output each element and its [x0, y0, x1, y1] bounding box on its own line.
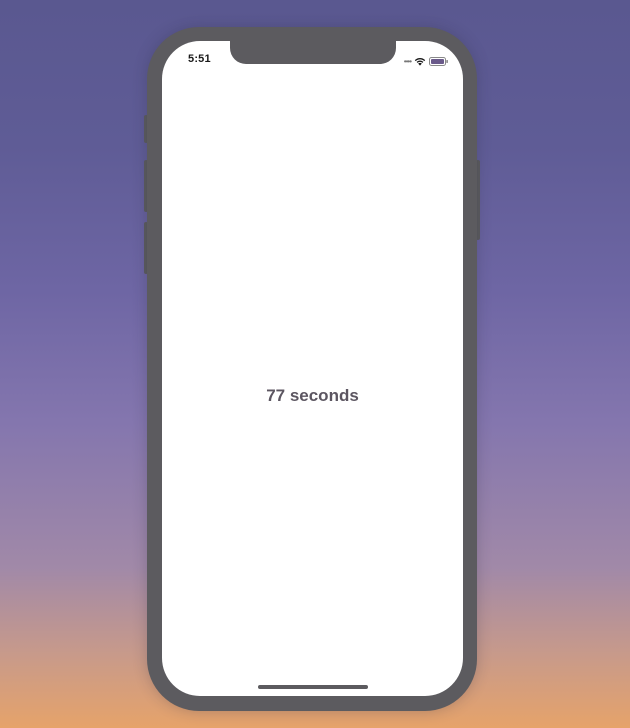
phone-screen: 5:51 •••• 77 seconds	[162, 41, 463, 696]
timer-label: 77 seconds	[266, 386, 359, 405]
status-time: 5:51	[188, 53, 211, 65]
cellular-signal-icon: ••••	[403, 57, 412, 66]
status-icons: ••••	[404, 53, 449, 71]
battery-icon	[429, 53, 449, 71]
home-indicator[interactable]	[258, 685, 368, 689]
phone-frame: 5:51 •••• 77 seconds	[147, 27, 477, 711]
notch	[230, 41, 396, 64]
wifi-icon	[414, 53, 426, 71]
